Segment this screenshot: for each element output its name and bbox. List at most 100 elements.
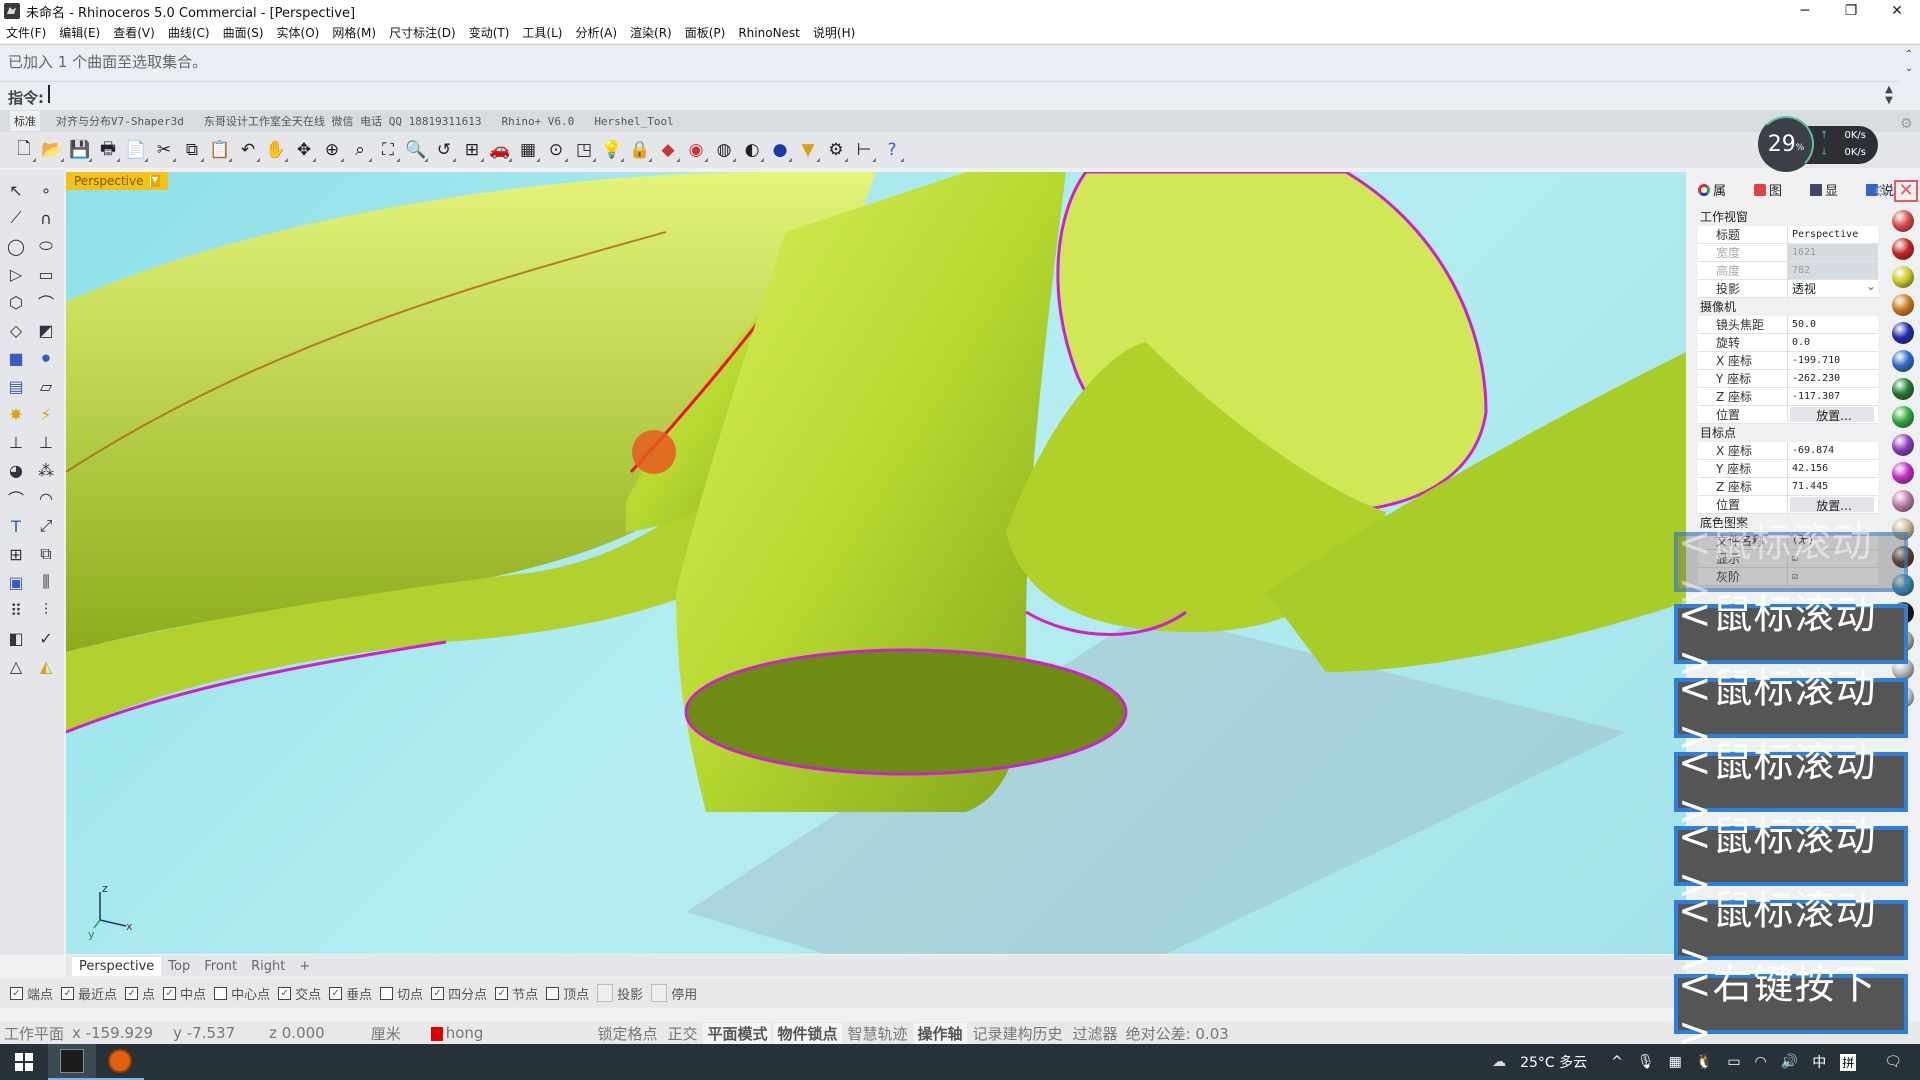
new-icon[interactable]: 🗋 [10,136,38,164]
shaded-sphere-icon[interactable]: ◐ [738,136,766,164]
osnap-checkbox[interactable] [380,986,394,1000]
material-swatch[interactable] [1892,210,1914,232]
cplane-icon[interactable]: ⊙ [542,136,570,164]
material-swatch[interactable] [1892,350,1914,372]
wireframe-sphere-icon[interactable]: ◍ [710,136,738,164]
toolbar-settings-gear-icon[interactable]: ⚙ [1900,116,1913,132]
primitives-icon[interactable]: △ [2,652,30,680]
menu-item[interactable]: 变动(T) [469,24,510,41]
menu-item[interactable]: 查看(V) [113,24,155,41]
property-value[interactable]: 42.156 [1788,460,1878,477]
osnap-1[interactable]: ✓ 最近点 [61,984,117,1003]
osnap-8[interactable]: ✓ 四分点 [431,984,487,1003]
osnap-6[interactable]: ✓ 垂点 [329,984,372,1003]
solid-edit-icon[interactable]: ▣ [2,568,30,596]
osnap-checkbox[interactable]: ✓ [125,986,139,1000]
osnap-checkbox[interactable] [651,984,668,1002]
osnap-checkbox[interactable]: ✓ [278,986,292,1000]
material-swatch[interactable] [1892,378,1914,400]
menu-item[interactable]: 工具(L) [522,24,562,41]
osnap-checkbox[interactable] [597,984,614,1002]
osnap-checkbox[interactable]: ✓ [329,986,343,1000]
sphere-union-icon[interactable]: ⚫ [32,344,60,372]
color-wheel-icon[interactable]: ◉ [682,136,710,164]
menu-item[interactable]: 渲染(R) [630,24,672,41]
extrude-icon[interactable]: ▤ [2,372,30,400]
osnap-checkbox[interactable] [214,986,228,1000]
menu-item[interactable]: 文件(F) [6,24,46,41]
save-icon[interactable]: 💾 [66,136,94,164]
text-icon[interactable]: T [2,512,30,540]
polygon-icon[interactable]: ▷ [2,260,30,288]
notification-icon[interactable]: 🗨 [1884,1054,1902,1070]
status-pane-toggle[interactable]: 过滤器 [1069,1023,1122,1044]
menu-item[interactable]: 面板(P) [685,24,726,41]
osnap-10[interactable]: 顶点 [546,984,589,1003]
material-swatch[interactable] [1892,490,1914,512]
section-header-target[interactable]: 目标点 [1698,424,1878,442]
box-icon[interactable]: ■ [2,344,30,372]
status-pane-toggle[interactable]: 智慧轨迹 [844,1023,912,1044]
print-icon[interactable]: 🖶 [94,136,122,164]
boolean-icon[interactable]: ◕ [2,456,30,484]
curve-icon[interactable]: ∩ [32,204,60,232]
section-header-viewport[interactable]: 工作视窗 [1698,208,1878,226]
command-scroll-up[interactable]: ▲ [1882,84,1896,95]
fillet-curve-icon[interactable]: ⌒ [32,288,60,316]
layer-icon[interactable]: ◆ [654,136,682,164]
current-layer[interactable]: hong [430,1024,483,1042]
material-swatch[interactable] [1892,462,1914,484]
hexagon-icon[interactable]: ⬡ [2,288,30,316]
osnap-checkbox[interactable]: ✓ [163,986,177,1000]
help-icon[interactable]: ? [878,136,906,164]
gumball-marker[interactable] [632,430,676,474]
section-header-camera[interactable]: 摄像机 [1698,298,1878,316]
history-icon[interactable]: ⫶ [32,596,60,624]
wifi-icon[interactable]: ◠ [1755,1054,1767,1070]
store-icon[interactable]: ▦ [1669,1054,1682,1070]
viewport-title-tab[interactable]: Perspective ▼ [66,172,168,190]
planar-icon[interactable]: ⫼ [32,568,60,596]
osnap-checkbox[interactable]: ✓ [61,986,75,1000]
material-swatch[interactable] [1892,238,1914,260]
render-icon[interactable]: ▼ [794,136,822,164]
tab-properties[interactable]: 属 [1698,180,1740,199]
taskbar-rhino-app[interactable] [48,1044,96,1080]
osnap-3[interactable]: ✓ 中点 [163,984,206,1003]
zoom-selected-icon[interactable]: 🔍 [402,136,430,164]
material-swatch[interactable] [1892,434,1914,456]
render-mat-icon[interactable]: ◭ [32,652,60,680]
property-value[interactable]: -199.710 [1788,352,1878,369]
import-icon[interactable]: 📄 [122,136,150,164]
loft-icon[interactable]: ◩ [32,316,60,344]
add-viewport-tab-button[interactable]: + [292,957,317,976]
toolbar-tab[interactable]: 标准 [10,111,40,131]
osnap-11[interactable]: 投影 [597,984,643,1003]
osnap-checkbox[interactable]: ✓ [10,986,23,1000]
four-viewports-icon[interactable]: ⊞ [458,136,486,164]
volume-icon[interactable]: 🔊 [1781,1054,1798,1070]
cut-icon[interactable]: ✂ [150,136,178,164]
select-icon[interactable]: ↖ [2,176,30,204]
menu-item[interactable]: 曲面(S) [223,24,264,41]
surface-corner-icon[interactable]: ◇ [2,316,30,344]
menu-item[interactable]: 尺寸标注(D) [389,24,456,41]
panel-settings-gear-icon[interactable]: ⚙ [1874,182,1887,200]
extend-icon[interactable]: ⊥ [32,428,60,456]
perspective-viewport[interactable]: Perspective ▼ z x y [66,172,1686,954]
polyline-icon[interactable]: ⟋ [2,204,30,232]
mirror-icon[interactable]: ◧ [2,624,30,652]
car-icon[interactable]: 🚗 [486,136,514,164]
options-gear-icon[interactable]: ⚙ [822,136,850,164]
tray-expand-icon[interactable]: ^ [1611,1054,1623,1070]
status-pane-toggle[interactable]: 正交 [663,1023,701,1044]
osnap-checkbox[interactable]: ✓ [431,986,445,1000]
toolbar-tab[interactable]: Hershel_Tool [590,113,677,130]
property-value[interactable]: 71.445 [1788,478,1878,495]
toolbar-tab[interactable]: 对齐与分布V7-Shaper3d [52,111,188,131]
tab-display[interactable]: 显 [1810,180,1852,199]
menu-item[interactable]: RhinoNest [738,26,800,40]
offset-icon[interactable]: ◠ [32,484,60,512]
pan-icon[interactable]: ✋ [262,136,290,164]
rendered-sphere-icon[interactable]: ● [766,136,794,164]
